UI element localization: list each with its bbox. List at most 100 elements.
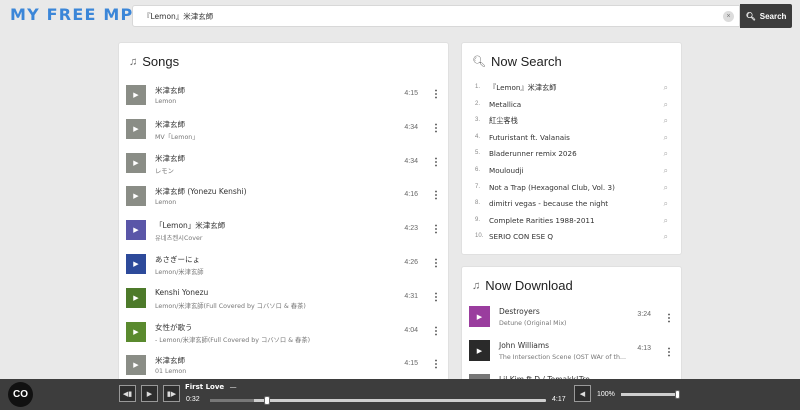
song-subtitle: Lemon/米津玄師 [155,268,204,276]
app-logo[interactable]: MY FREE MP3 [10,5,146,24]
search-term[interactable]: Bladerunner remix 2026 [489,149,577,158]
download-title: Destroyers [499,307,540,316]
song-row[interactable]: ▶ 「Lemon」米津玄師 유네츠켄시Cover 4:23 ⋮ [119,214,448,248]
item-number: 2. [475,100,481,107]
song-thumbnail[interactable]: ▶ [126,321,146,342]
search-box: × [132,5,740,27]
now-search-item[interactable]: 1. 『Lemon』米津玄師 ⌕ [462,80,683,97]
more-options-icon[interactable]: ⋮ [431,257,441,271]
search-term[interactable]: dimitri vegas - because the night [489,199,608,208]
search-icon[interactable]: ⌕ [664,199,668,209]
progress-fill [210,399,254,402]
now-search-item[interactable]: 6. Mouloudji ⌕ [462,163,683,180]
song-title: 米津玄師 [155,153,185,163]
volume-slider[interactable] [621,390,680,399]
search-term[interactable]: 『Lemon』米津玄師 [489,83,556,93]
download-subtitle: Detune (Original Mix) [499,320,567,327]
play-icon: ▶ [133,125,139,133]
song-thumbnail[interactable]: ▶ [126,186,146,207]
search-icon[interactable]: ⌕ [664,232,668,242]
download-duration: 3:24 [637,311,651,318]
song-row[interactable]: ▶ 米津玄師 01 Lemon 4:15 ⋮ [119,349,448,381]
search-term[interactable]: Not a Trap (Hexagonal Club, Vol. 3) [489,183,615,192]
more-options-icon[interactable]: ⋮ [431,156,441,170]
progress-handle[interactable] [263,396,270,405]
search-term[interactable]: Futuristant ft. Valanais [489,133,570,142]
player-logo-button[interactable]: CO [8,382,33,407]
more-options-icon[interactable]: ⋮ [431,122,441,136]
more-options-icon[interactable]: ⋮ [431,358,441,372]
song-row[interactable]: ▶ あさぎーにょ Lemon/米津玄師 4:26 ⋮ [119,248,448,282]
search-icon[interactable]: ⌕ [664,83,668,93]
play-icon: ▶ [476,347,483,355]
more-options-icon[interactable]: ⋮ [431,291,441,305]
more-options-icon[interactable]: ⋮ [431,223,441,237]
search-icon[interactable]: ⌕ [664,183,668,193]
song-title: 米津玄師 [155,119,185,129]
search-icon[interactable]: ⌕ [664,166,668,176]
download-row[interactable]: ▶ John Williams The Intersection Scene (OS… [462,337,681,371]
song-thumbnail[interactable]: ▶ [126,220,146,241]
song-thumbnail[interactable]: ▶ [126,152,146,173]
song-row[interactable]: ▶ 米津玄師 Lemon 4:15 ⋮ [119,79,448,113]
song-row[interactable]: ▶ 米津玄師 レモン 4:34 ⋮ [119,147,448,181]
play-icon: ▶ [146,390,153,398]
song-thumbnail[interactable]: ▶ [126,85,146,105]
search-icon[interactable]: ⌕ [664,100,668,110]
previous-icon: ◀▮ [122,390,133,398]
item-number: 9. [475,216,481,223]
song-row[interactable]: ▶ 女性が歌う - Lemon/米津玄師(Full Covered by コバソロ … [119,316,448,350]
more-options-icon[interactable]: ⋮ [431,189,441,203]
now-search-item[interactable]: 9. Complete Rarities 1988-2011 ⌕ [462,213,683,230]
more-options-icon[interactable]: ⋮ [664,346,674,360]
now-search-item[interactable]: 4. Futuristant ft. Valanais ⌕ [462,130,683,147]
download-row[interactable]: ▶ Destroyers Detune (Original Mix) 3:24 ⋮ [462,303,681,337]
song-row[interactable]: ▶ Kenshi Yonezu Lemon/米津玄師(Full Covered by… [119,282,448,316]
search-term[interactable]: Metallica [489,100,521,109]
search-input[interactable] [133,6,713,27]
search-icon[interactable]: ⌕ [664,133,668,143]
download-thumbnail[interactable]: ▶ [469,340,490,361]
more-options-icon[interactable]: ⋮ [431,88,441,102]
songs-heading: ♫ Songs [129,54,179,69]
play-button[interactable]: ▶ [141,385,158,402]
song-duration: 4:34 [404,157,418,165]
download-thumbnail[interactable]: ▶ [469,306,490,327]
song-row[interactable]: ▶ 米津玄師 MV「Lemon」 4:34 ⋮ [119,113,448,147]
more-options-icon[interactable]: ⋮ [664,312,674,326]
now-search-item[interactable]: 8. dimitri vegas - because the night ⌕ [462,196,683,213]
now-search-item[interactable]: 5. Bladerunner remix 2026 ⌕ [462,146,683,163]
search-icon[interactable]: ⌕ [664,216,668,226]
more-options-icon[interactable]: ⋮ [431,325,441,339]
song-title: 「Lemon」米津玄師 [155,221,226,231]
next-button[interactable]: ▮▶ [163,385,180,402]
song-title: 米津玄師 [155,356,185,366]
song-row[interactable]: ▶ 米津玄師 (Yonezu Kenshi) Lemon 4:16 ⋮ [119,180,448,214]
volume-handle[interactable] [675,390,680,399]
song-thumbnail[interactable]: ▶ [126,253,146,274]
now-search-item[interactable]: 7. Not a Trap (Hexagonal Club, Vol. 3) ⌕ [462,180,683,197]
now-search-item[interactable]: 10. SERIO CON ESE Q ⌕ [462,229,683,246]
song-subtitle: 유네츠켄시Cover [155,235,203,243]
song-thumbnail[interactable]: ▶ [126,287,146,308]
now-search-item[interactable]: 2. Metallica ⌕ [462,97,683,114]
now-search-list: 1. 『Lemon』米津玄師 ⌕ 2. Metallica ⌕ 3. 紅尘客栈 ⌕ 4. Futur… [462,80,683,246]
search-icon[interactable]: ⌕ [664,116,668,126]
download-subtitle: The Intersection Scene (OST WAr of th... [499,354,626,361]
search-icon[interactable]: ⌕ [664,149,668,159]
search-term[interactable]: Mouloudji [489,166,524,175]
clear-search-icon[interactable]: × [723,11,734,22]
now-search-item[interactable]: 3. 紅尘客栈 ⌕ [462,113,683,130]
total-time: 4:17 [552,396,566,403]
play-icon: ▶ [133,92,139,99]
song-thumbnail[interactable]: ▶ [126,118,146,139]
search-button[interactable]: 🔍︎ Search [740,4,792,28]
song-thumbnail[interactable]: ▶ [126,355,146,376]
search-term[interactable]: SERIO CON ESE Q [489,232,553,241]
mute-button[interactable]: ◀ [574,385,591,402]
previous-button[interactable]: ◀▮ [119,385,136,402]
top-bar: MY FREE MP3 × 🔍︎ Search [0,0,800,32]
progress-bar[interactable] [210,396,546,405]
search-term[interactable]: Complete Rarities 1988-2011 [489,216,595,225]
search-term[interactable]: 紅尘客栈 [489,116,518,126]
